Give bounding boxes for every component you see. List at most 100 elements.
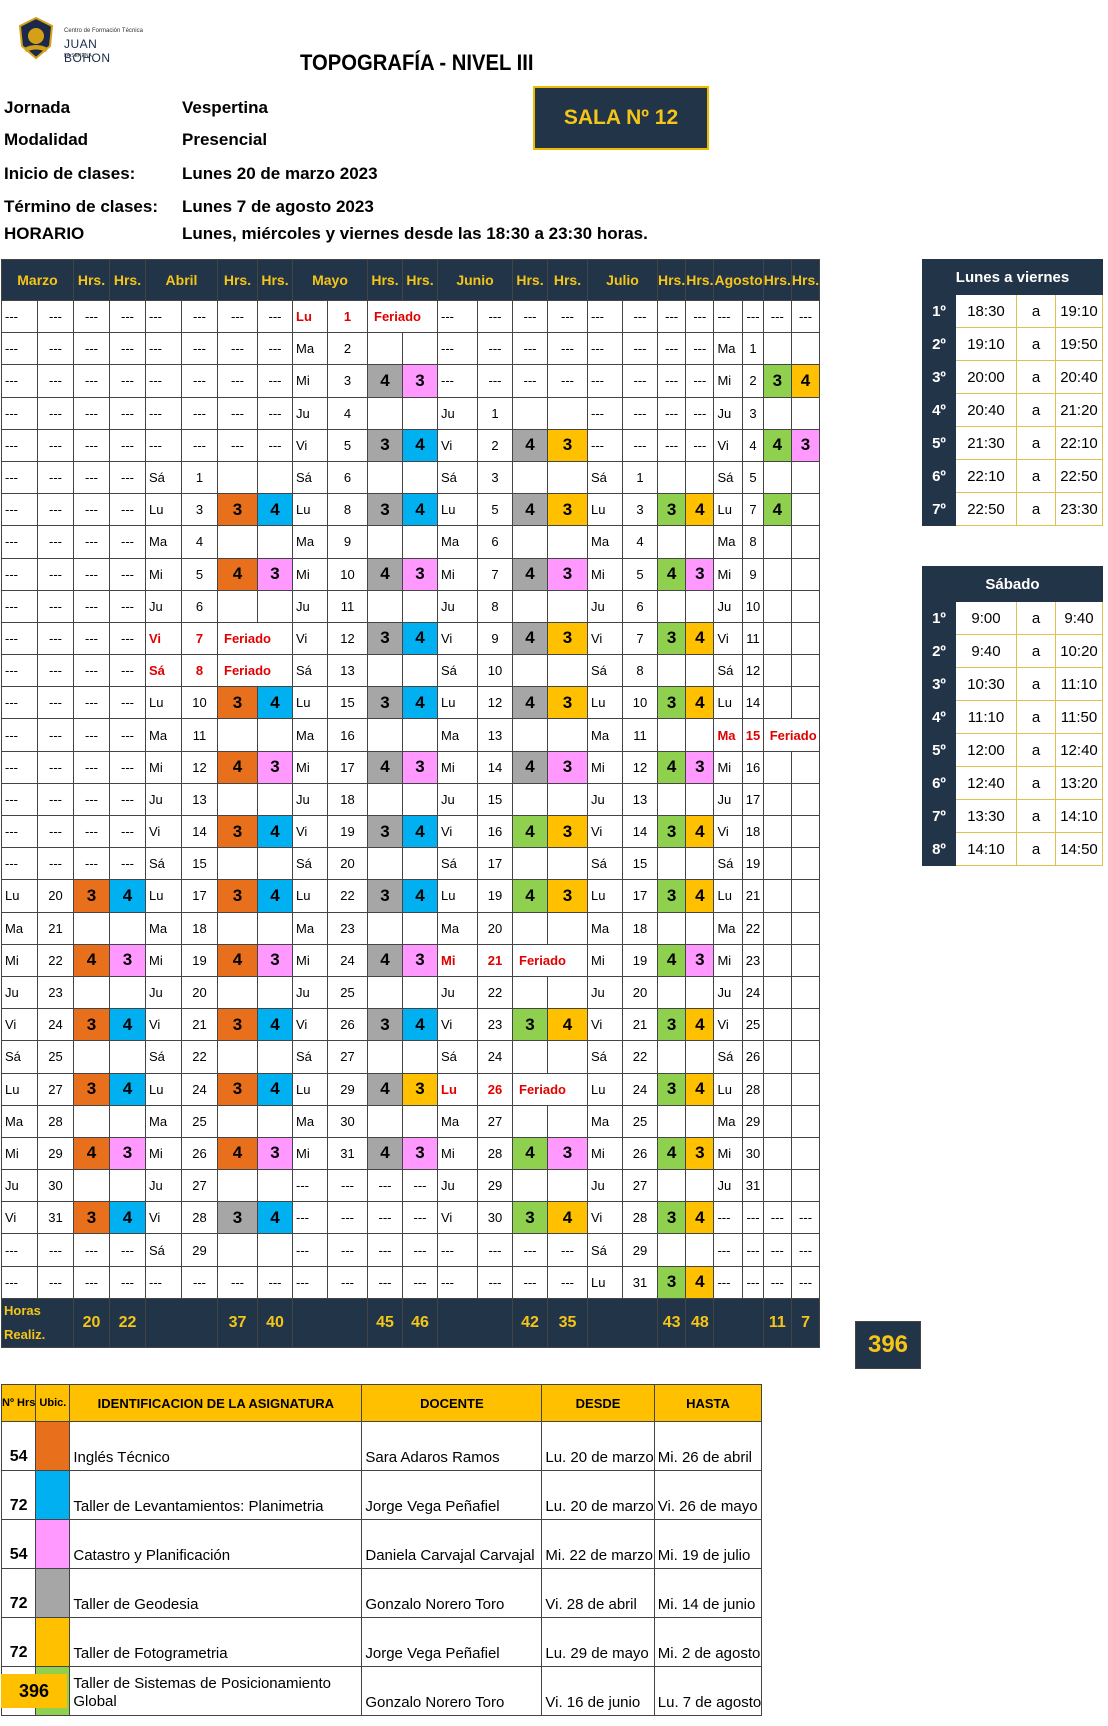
day-name-cell: Lu xyxy=(713,879,744,913)
day-name-cell: Vi xyxy=(713,428,744,462)
hours-cell xyxy=(790,654,821,688)
day-name-cell: Ju xyxy=(292,782,328,817)
day-number-cell: 17 xyxy=(477,847,513,881)
hours-cell: --- xyxy=(73,493,110,527)
day-number-cell: 24 xyxy=(622,1072,658,1106)
hours-cell: 4 xyxy=(217,943,258,977)
subject-name: Taller de Sistemas de Posicionamiento Gl… xyxy=(69,1666,363,1716)
calendar-row: Vi 31 3 4 Vi 28 3 4 --- --- --- --- Vi 30 3 4 Vi 28 3 4 --- -… xyxy=(1,1201,821,1235)
holiday-cell: Feriado xyxy=(512,1072,588,1106)
hours-cell xyxy=(367,1104,403,1138)
day-number-cell: 15 xyxy=(327,686,368,720)
day-name-cell: Vi xyxy=(1,1008,38,1042)
hours-cell: 4 xyxy=(217,1136,258,1171)
end-time: 14:10 xyxy=(1055,799,1103,833)
day-name-cell: Lu xyxy=(437,493,478,527)
day-name-cell: Sá xyxy=(145,460,182,495)
separator: a xyxy=(1016,393,1056,427)
hours-cell: 3 xyxy=(656,1201,687,1235)
day-name-cell: Sá xyxy=(292,847,328,881)
day-name-cell: --- xyxy=(437,1265,478,1299)
day-number-cell: 3 xyxy=(742,396,764,430)
day-name-cell: Sá xyxy=(437,654,478,688)
calendar-row: Lu 20 3 4 Lu 17 3 4 Lu 22 3 4 Lu 19 4 3 Lu 17 3 4 Lu 21 xyxy=(1,879,821,913)
hours-cell xyxy=(73,911,110,945)
day-number-cell: --- xyxy=(37,557,74,591)
info-value: Presencial xyxy=(182,130,268,149)
day-name-cell: --- xyxy=(1,847,38,881)
end-time: 14:50 xyxy=(1055,832,1103,866)
day-name-cell: Lu xyxy=(437,686,478,720)
day-name-cell: Lu xyxy=(587,686,623,720)
hours-cell: --- xyxy=(73,750,110,784)
day-name-cell: Ma xyxy=(1,1104,38,1138)
hours-header: Hrs. xyxy=(512,259,548,301)
hours-cell xyxy=(512,1040,548,1074)
period-number: 6º xyxy=(922,459,956,493)
hours-cell xyxy=(762,782,792,817)
schedule-title: Sábado xyxy=(922,566,1103,602)
day-name-cell: Ma xyxy=(587,1104,623,1138)
day-name-cell: Lu xyxy=(145,493,182,527)
day-number-cell: 15 xyxy=(742,718,764,752)
hours-cell xyxy=(762,1136,792,1171)
hours-cell xyxy=(685,782,715,817)
hours-cell: --- xyxy=(109,525,146,559)
hours-cell: 3 xyxy=(656,493,687,527)
day-name-cell: Sá xyxy=(292,1040,328,1074)
day-name-cell: Ju xyxy=(713,975,744,1010)
start-time: 20:00 xyxy=(955,360,1017,394)
day-name-cell: Ma xyxy=(292,525,328,559)
day-name-cell: Sá xyxy=(145,847,182,881)
hours-cell: 3 xyxy=(367,1008,403,1042)
hours-cell: 3 xyxy=(685,750,715,784)
hours-cell: 3 xyxy=(656,1008,687,1042)
day-number-cell: 17 xyxy=(742,782,764,817)
day-name-cell: --- xyxy=(145,364,182,398)
hours-cell xyxy=(547,654,588,688)
day-name-cell: --- xyxy=(1,460,38,495)
period-number: 2º xyxy=(922,634,956,668)
totals-label: Horas Realiz. xyxy=(1,1297,74,1348)
hours-cell: --- xyxy=(73,332,110,366)
hours-cell xyxy=(512,396,548,430)
period-number: 1º xyxy=(922,601,956,635)
day-name-cell: Sá xyxy=(292,460,328,495)
subject-row: 54 Catastro y Planificación Daniela Carvaj… xyxy=(0,1519,763,1569)
separator: a xyxy=(1016,426,1056,460)
hours-cell xyxy=(656,460,687,495)
end-time: 23:30 xyxy=(1055,492,1103,526)
hours-cell: 4 xyxy=(656,1136,687,1171)
day-number-cell: --- xyxy=(477,332,513,366)
hours-cell xyxy=(367,975,403,1010)
hours-cell: 3 xyxy=(656,1265,687,1299)
day-name-cell: Ma xyxy=(292,911,328,945)
day-name-cell: --- xyxy=(587,332,623,366)
hours-cell xyxy=(762,975,792,1010)
day-name-cell: Vi xyxy=(587,1201,623,1235)
hours-cell xyxy=(790,975,821,1010)
day-number-cell: --- xyxy=(327,1265,368,1299)
day-number-cell: 19 xyxy=(477,879,513,913)
hours-cell: 4 xyxy=(547,1008,588,1042)
totals-spacer xyxy=(587,1297,658,1348)
day-name-cell: Ju xyxy=(145,1169,182,1203)
subject-teacher: Daniela Carvajal Carvajal xyxy=(361,1519,543,1569)
day-name-cell: --- xyxy=(587,364,623,398)
day-number-cell: 20 xyxy=(327,847,368,881)
hours-cell: --- xyxy=(656,396,687,430)
day-number-cell: --- xyxy=(37,589,74,623)
day-name-cell: Lu xyxy=(145,686,182,720)
day-name-cell: Lu xyxy=(292,493,328,527)
hours-cell: --- xyxy=(685,299,715,334)
hours-cell: --- xyxy=(73,428,110,462)
calendar-row: --- --- --- --- Ma 4 Ma 9 Ma 6 Ma 4 Ma 8 xyxy=(1,525,821,559)
hours-cell: --- xyxy=(109,718,146,752)
day-number-cell: 12 xyxy=(742,654,764,688)
day-name-cell: --- xyxy=(1,428,38,462)
hours-cell: --- xyxy=(73,1265,110,1299)
hours-cell: 3 xyxy=(685,1136,715,1171)
day-name-cell: Sá xyxy=(587,460,623,495)
hours-cell: 3 xyxy=(73,1072,110,1106)
subject-from: Vi. 16 de junio xyxy=(541,1666,655,1716)
